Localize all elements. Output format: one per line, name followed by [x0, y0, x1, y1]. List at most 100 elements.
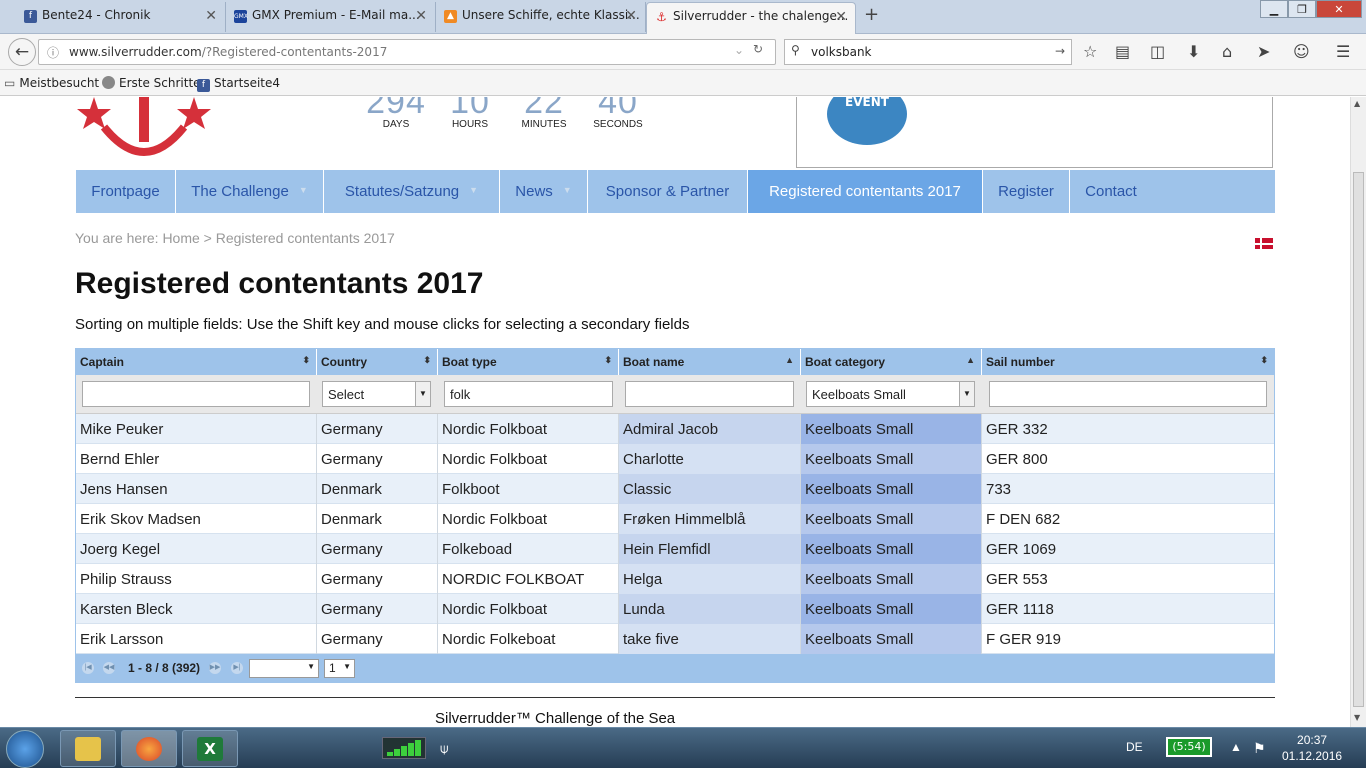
menu-register[interactable]: Register [983, 170, 1070, 213]
search-icon: ⚲ [791, 43, 800, 57]
cell-boat-name: Classic [619, 474, 801, 504]
filter-boat-type-input[interactable]: folk [444, 381, 613, 407]
first-page-icon[interactable]: |◀ [82, 662, 94, 674]
url-host: www.silverrudder.com [69, 45, 202, 59]
page-size-select[interactable]: ▼ [249, 659, 319, 678]
table-row[interactable]: Mike Peuker Germany Nordic Folkboat Admi… [76, 414, 1274, 444]
tab-gmx[interactable]: GMX GMX Premium - E-Mail ma... ✕ [226, 2, 436, 32]
url-bar[interactable]: ⓘ www.silverrudder.com/?Registered-conte… [38, 39, 776, 65]
taskbar-explorer[interactable] [60, 730, 116, 767]
menu-news[interactable]: News ▼ [500, 170, 588, 213]
cell-captain: Mike Peuker [76, 414, 317, 444]
table-row[interactable]: Philip Strauss Germany NORDIC FOLKBOAT H… [76, 564, 1274, 594]
star-icon[interactable]: ☆ [1083, 42, 1097, 61]
cell-boat-name: Helga [619, 564, 801, 594]
scrollbar-thumb[interactable] [1353, 172, 1364, 707]
network-signal-icon[interactable] [382, 737, 426, 759]
window-close-icon[interactable]: ✕ [1316, 0, 1362, 18]
send-icon[interactable]: ➤ [1257, 42, 1270, 61]
table-row[interactable]: Jens Hansen Denmark Folkboot Classic Kee… [76, 474, 1274, 504]
battery-icon[interactable]: (5:54) [1166, 737, 1212, 757]
pocket-icon[interactable]: ◫ [1150, 42, 1165, 61]
table-row[interactable]: Erik Skov Madsen Denmark Nordic Folkboat… [76, 504, 1274, 534]
cell-boat-name: Lunda [619, 594, 801, 624]
close-icon[interactable]: ✕ [205, 8, 217, 24]
filter-boat-name-input[interactable] [625, 381, 794, 407]
nav-toolbar: ← ⓘ www.silverrudder.com/?Registered-con… [0, 34, 1366, 70]
tab-bente24[interactable]: f Bente24 - Chronik ✕ [16, 2, 226, 32]
bookmark-erste-schritte[interactable]: Erste Schritte [102, 76, 201, 90]
dropdown-icon[interactable]: ⌄ [734, 43, 744, 57]
filter-country-select[interactable]: Select ▼ [322, 381, 431, 407]
column-header-captain[interactable]: Captain ⬍ [76, 349, 317, 375]
taskbar-firefox[interactable] [121, 730, 177, 767]
cell-boat-type: Nordic Folkeboat [438, 624, 619, 654]
reload-icon[interactable]: ↻ [753, 42, 763, 56]
table-row[interactable]: Karsten Bleck Germany Nordic Folkboat Lu… [76, 594, 1274, 624]
cell-country: Germany [317, 594, 438, 624]
bookmark-startseite4[interactable]: f Startseite4 [197, 76, 280, 92]
back-arrow-icon[interactable]: ← [8, 38, 36, 66]
cell-country: Denmark [317, 504, 438, 534]
download-icon[interactable]: ⬇ [1187, 42, 1200, 61]
table-row[interactable]: Bernd Ehler Germany Nordic Folkboat Char… [76, 444, 1274, 474]
scroll-down-icon[interactable]: ▼ [1354, 713, 1360, 722]
page-number-select[interactable]: 1 ▼ [324, 659, 355, 678]
search-input[interactable]: ⚲ volksbank → [784, 39, 1072, 65]
system-clock[interactable]: 20:37 01.12.2016 [1282, 732, 1342, 764]
new-tab-icon[interactable]: + [864, 4, 879, 25]
home-icon[interactable]: ⌂ [1222, 42, 1232, 61]
silverrudder-logo [77, 97, 211, 156]
last-page-icon[interactable]: ▶| [231, 662, 243, 674]
page-scrollbar[interactable]: ▲ ▼ [1350, 97, 1366, 727]
reading-list-icon[interactable]: ▤ [1115, 42, 1130, 61]
column-header-boat-type[interactable]: Boat type ⬍ [438, 349, 619, 375]
grid-filter-row: Select ▼ folk Keelboats Small ▼ [76, 375, 1274, 414]
maximize-icon[interactable]: ❐ [1288, 0, 1316, 18]
next-page-icon[interactable]: ▶▶ [209, 662, 221, 674]
folder-icon [75, 737, 101, 761]
column-header-boat-name[interactable]: Boat name ▲ [619, 349, 801, 375]
scroll-up-icon[interactable]: ▲ [1354, 99, 1360, 108]
event-banner[interactable]: EVENT [796, 97, 1273, 168]
filter-sail-number-input[interactable] [989, 381, 1267, 407]
danish-flag-icon[interactable] [1255, 238, 1273, 249]
close-icon[interactable]: ✕ [835, 9, 847, 25]
menu-statutes[interactable]: Statutes/Satzung ▼ [324, 170, 500, 213]
menu-the-challenge[interactable]: The Challenge ▼ [176, 170, 324, 213]
table-row[interactable]: Erik Larsson Germany Nordic Folkeboat ta… [76, 624, 1274, 654]
cell-sail-number: F GER 919 [986, 631, 1062, 648]
menu-icon[interactable]: ☰ [1336, 42, 1350, 61]
cell-country: Germany [317, 624, 438, 654]
language-indicator[interactable]: DE [1126, 740, 1143, 754]
bookmark-meistbesucht[interactable]: ▭ Meistbesucht [4, 76, 99, 90]
tab-silverrudder[interactable]: ⚓ Silverrudder - the chalenge... ✕ [646, 2, 856, 34]
close-icon[interactable]: ✕ [625, 8, 637, 24]
cell-sail-number: GER 1069 [986, 541, 1057, 558]
taskbar-excel[interactable]: X [182, 730, 238, 767]
smiley-icon[interactable]: ☺ [1293, 42, 1310, 61]
filter-captain-input[interactable] [82, 381, 310, 407]
go-arrow-icon[interactable]: → [1055, 44, 1065, 58]
cell-boat-type: Folkboot [438, 474, 619, 504]
column-header-boat-category[interactable]: Boat category ▲ [801, 349, 982, 375]
cell-country: Germany [317, 444, 438, 474]
flag-icon[interactable]: ⚑ [1253, 740, 1266, 757]
menu-contact[interactable]: Contact [1070, 170, 1152, 213]
close-icon[interactable]: ✕ [415, 8, 427, 24]
menu-frontpage[interactable]: Frontpage [76, 170, 176, 213]
column-header-country[interactable]: Country ⬍ [317, 349, 438, 375]
menu-registered-contentants[interactable]: Registered contentants 2017 [748, 170, 983, 213]
windows-start-icon[interactable] [6, 730, 44, 768]
menu-sponsor-partner[interactable]: Sponsor & Partner [588, 170, 748, 213]
tab-schiffe[interactable]: ▲ Unsere Schiffe, echte Klassi... ✕ [436, 2, 646, 32]
cell-sail-number: 733 [986, 481, 1012, 498]
prev-page-icon[interactable]: ◀◀ [103, 662, 115, 674]
antenna-icon[interactable]: ⍦ [440, 740, 448, 757]
column-header-sail-number[interactable]: Sail number ⬍ [982, 349, 1274, 375]
tray-expand-icon[interactable]: ▲ [1230, 740, 1242, 754]
footer-divider [75, 697, 1275, 698]
filter-boat-category-select[interactable]: Keelboats Small ▼ [806, 381, 975, 407]
minimize-icon[interactable]: ▁ [1260, 0, 1288, 18]
table-row[interactable]: Joerg Kegel Germany Folkeboad Hein Flemf… [76, 534, 1274, 564]
